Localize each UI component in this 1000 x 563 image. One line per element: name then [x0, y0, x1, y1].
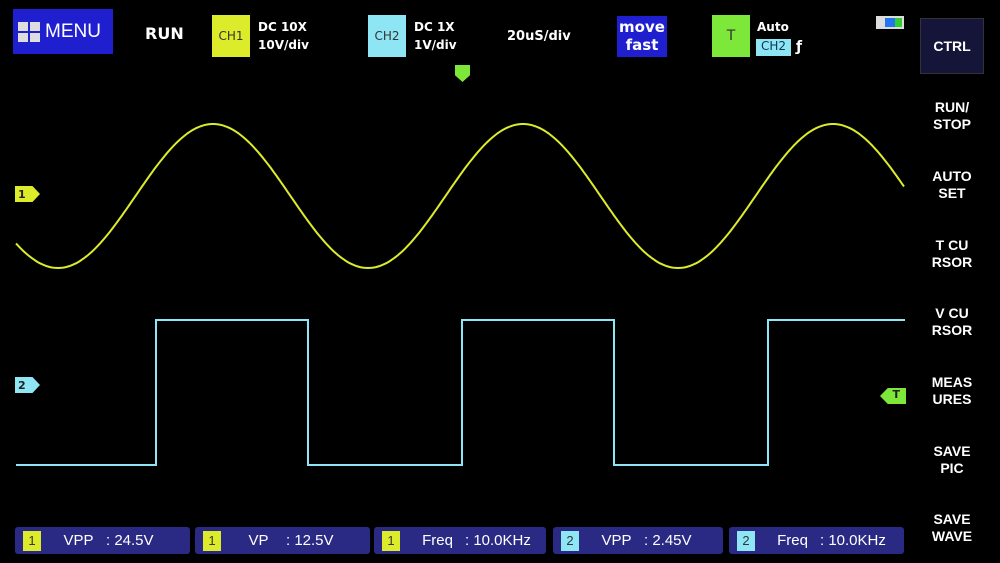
- side-button-label: V CU: [935, 305, 969, 321]
- side-button-label: T CU: [935, 237, 969, 253]
- measurement-3[interactable]: 2 VPP : 2.45V: [553, 527, 723, 554]
- measurement-channel: 1: [23, 530, 41, 551]
- side-button-ctrl[interactable]: CTRL: [920, 18, 984, 74]
- ch2-waveform: [16, 319, 905, 466]
- measurement-2[interactable]: 1 Freq : 10.0KHz: [374, 527, 546, 554]
- side-button-label: RUN/: [934, 99, 970, 115]
- measurement-label: VPP: [601, 532, 632, 549]
- side-button-label: SET: [938, 185, 966, 201]
- measurement-label: Freq: [777, 532, 808, 549]
- side-button-measures[interactable]: MEAS URES: [920, 363, 984, 419]
- side-button-label: URES: [932, 391, 972, 407]
- side-button-label: AUTO: [932, 168, 972, 184]
- side-button-label: SAVE: [933, 443, 971, 459]
- measurement-channel: 2: [561, 530, 579, 551]
- measurement-label: Freq: [422, 532, 453, 549]
- side-button-runstop[interactable]: RUN/STOP: [920, 88, 984, 144]
- side-button-tcursor[interactable]: T CU RSOR: [920, 226, 984, 282]
- side-button-label: PIC: [940, 460, 964, 476]
- measurement-label: VP: [248, 532, 269, 549]
- side-button-label: RSOR: [931, 254, 973, 270]
- measurement-1[interactable]: 1 VP : 12.5V: [195, 527, 370, 554]
- side-button-autoset[interactable]: AUTO SET: [920, 157, 984, 213]
- side-button-savepic[interactable]: SAVE PIC: [920, 432, 984, 488]
- side-button-label: CTRL: [933, 37, 971, 54]
- measurement-0[interactable]: 1 VPP : 24.5V: [15, 527, 190, 554]
- side-button-vcursor[interactable]: V CU RSOR: [920, 294, 984, 350]
- side-button-label: SAVE: [933, 511, 971, 527]
- measurement-value: : 24.5V: [106, 532, 154, 549]
- measurement-channel: 1: [203, 530, 221, 551]
- side-button-label: WAVE: [931, 528, 973, 544]
- waveform-display: [15, 123, 905, 466]
- ch1-waveform: [15, 123, 905, 270]
- side-button-label: MEAS: [931, 374, 973, 390]
- side-button-label: RSOR: [931, 322, 973, 338]
- side-button-savewave[interactable]: SAVE WAVE: [920, 500, 984, 556]
- measurement-4[interactable]: 2 Freq : 10.0KHz: [729, 527, 904, 554]
- measurement-value: : 10.0KHz: [465, 532, 531, 549]
- measurement-channel: 2: [737, 530, 755, 551]
- measurement-value: : 2.45V: [644, 532, 692, 549]
- side-button-label: STOP: [933, 116, 971, 132]
- measurement-channel: 1: [382, 530, 400, 551]
- measurement-value: : 10.0KHz: [820, 532, 886, 549]
- measurement-label: VPP: [63, 532, 94, 549]
- measurement-value: : 12.5V: [286, 532, 334, 549]
